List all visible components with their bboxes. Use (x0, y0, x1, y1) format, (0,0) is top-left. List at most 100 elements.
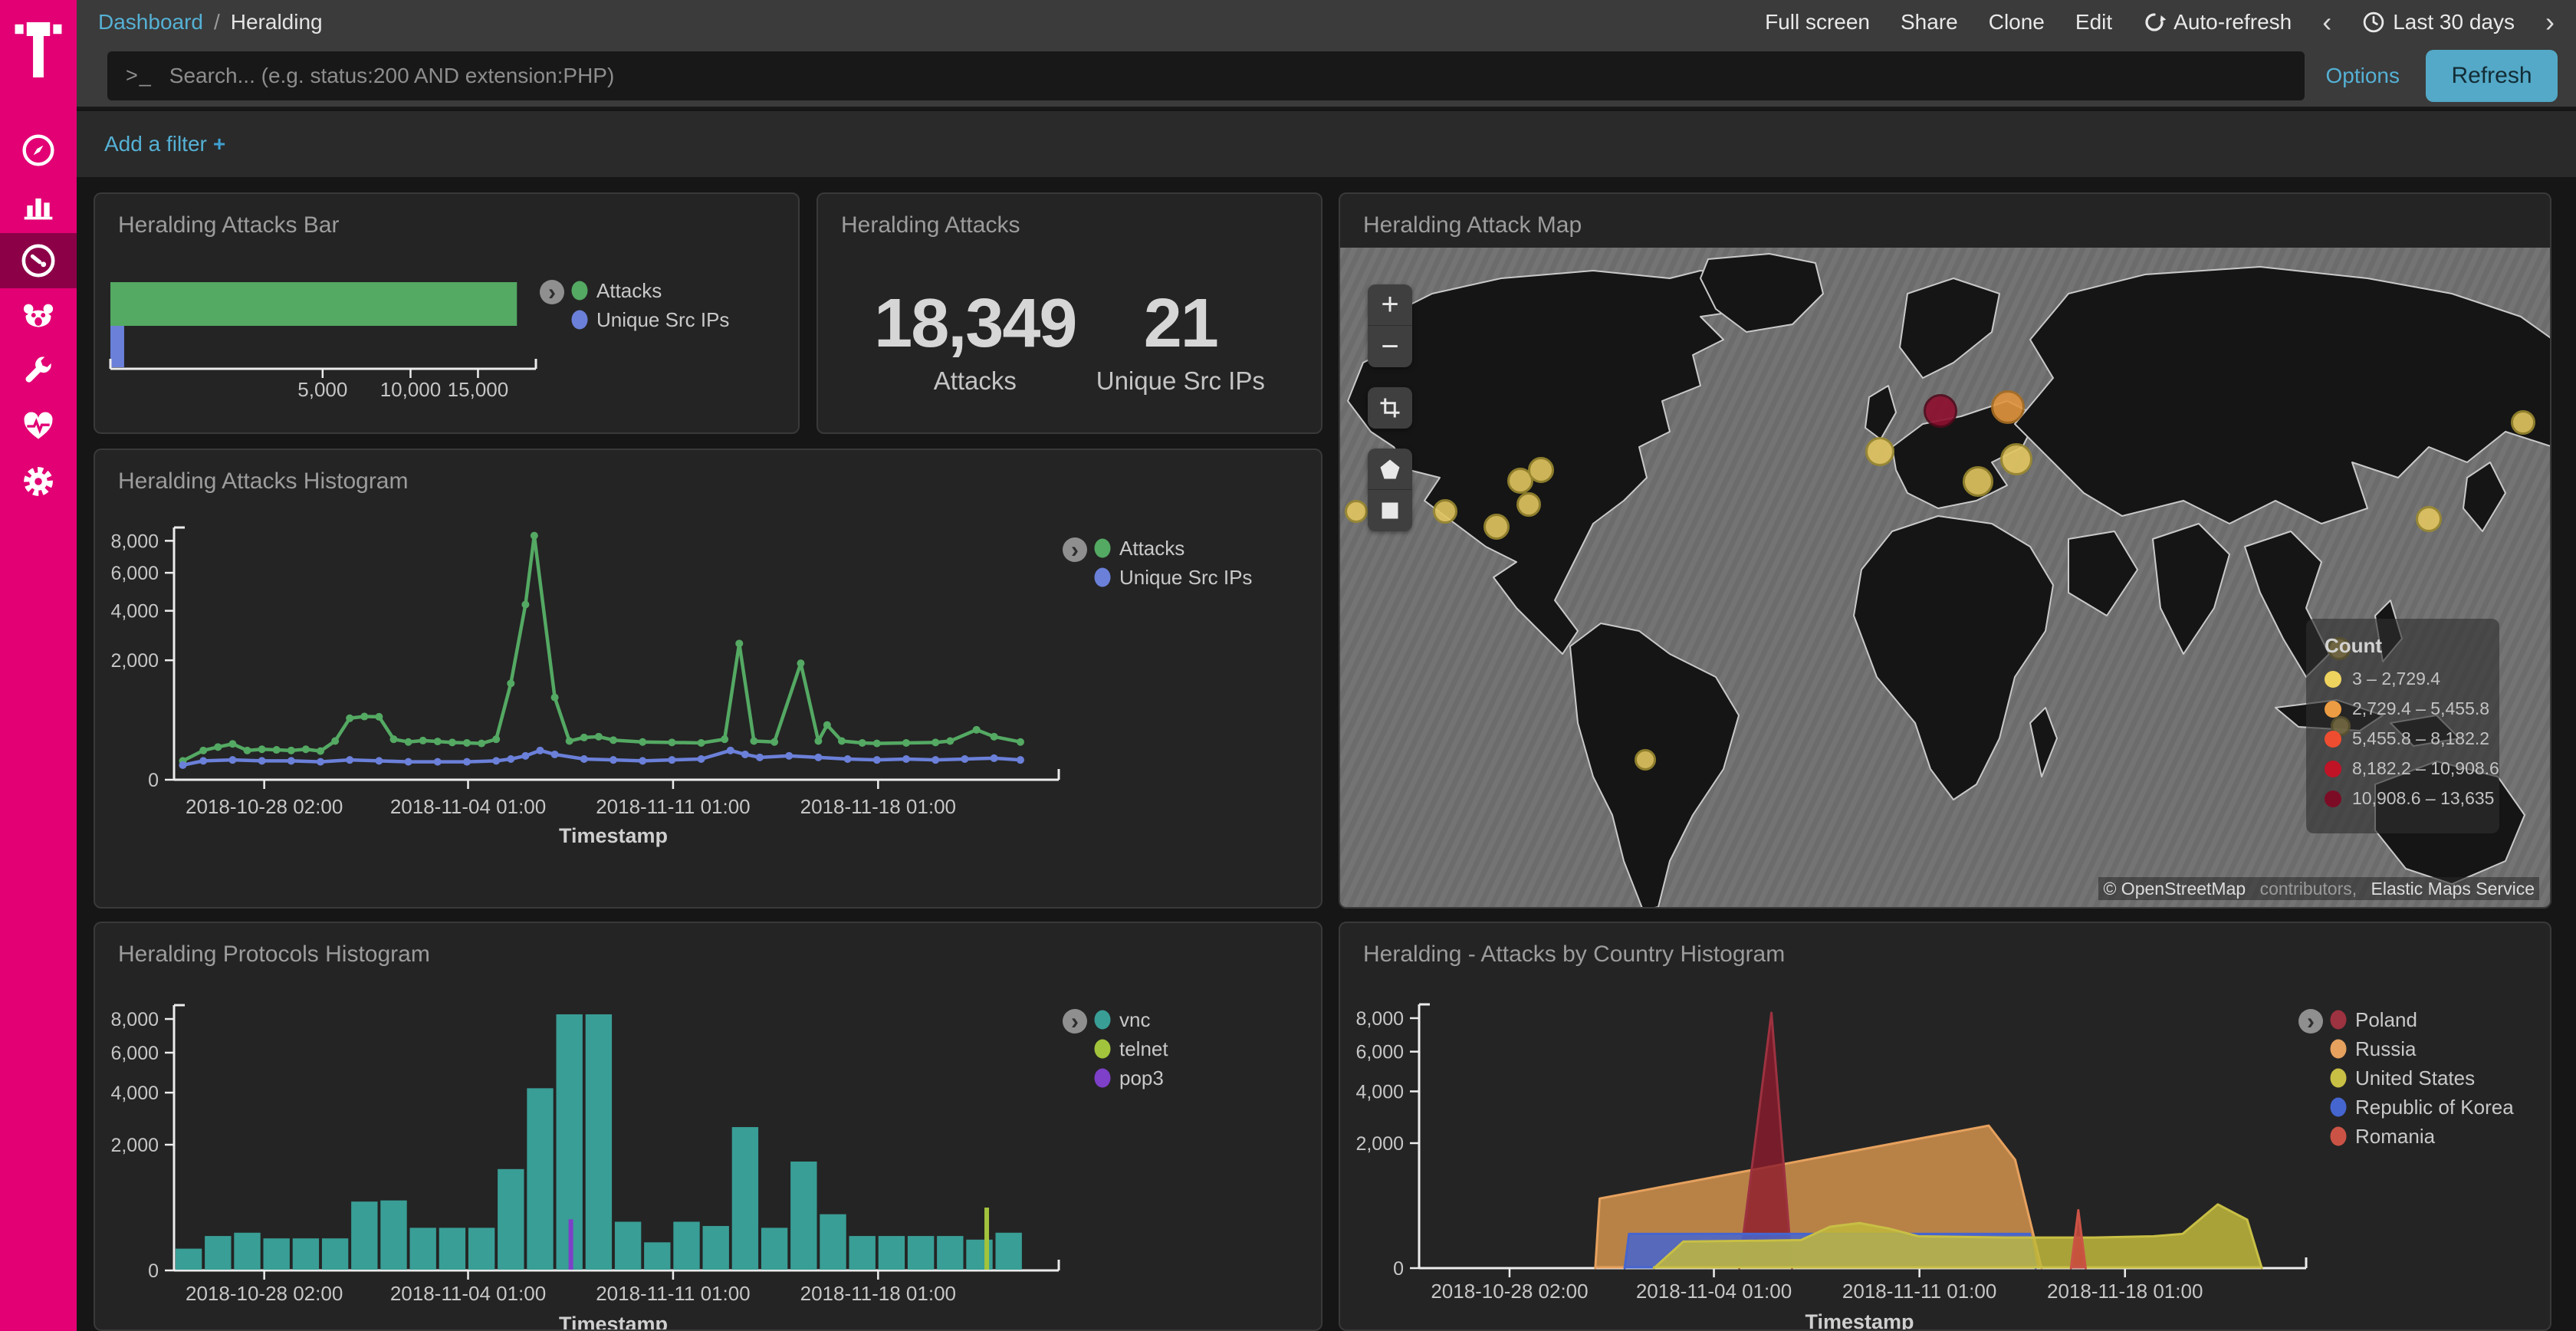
bar-chart-icon (21, 189, 55, 222)
pentagon-icon (1378, 458, 1401, 481)
map-zoom-in-button[interactable]: + (1368, 284, 1412, 326)
svg-text:0: 0 (148, 770, 159, 791)
legend-dot (2325, 731, 2341, 748)
map-circle-ukraine[interactable] (2000, 443, 2032, 475)
sidebar-item-timelion[interactable] (0, 288, 77, 343)
legend-item: 8,182.2 – 10,908.6 (2325, 758, 2481, 779)
sidebar-item-management[interactable] (0, 454, 77, 509)
map-circle-south-korea[interactable] (2416, 506, 2442, 532)
map-circle-us-east-coast[interactable] (1516, 492, 1541, 517)
svg-text:Romania: Romania (2355, 1125, 2436, 1148)
full-screen-button[interactable]: Full screen (1765, 10, 1870, 35)
breadcrumb-current: Heralding (231, 10, 323, 34)
svg-text:10,000: 10,000 (380, 378, 442, 401)
map-polygon-filter-button[interactable] (1368, 449, 1412, 490)
time-back-button[interactable]: ‹ (2322, 8, 2331, 36)
svg-text:4,000: 4,000 (110, 1083, 159, 1104)
svg-text:2018-11-04 01:00: 2018-11-04 01:00 (390, 1282, 546, 1305)
map-zoom-out-button[interactable]: − (1368, 326, 1412, 367)
map-circle-brazil[interactable] (1635, 749, 1656, 771)
svg-text:Republic of Korea: Republic of Korea (2355, 1096, 2514, 1119)
search-input[interactable] (169, 64, 2286, 88)
svg-text:United States: United States (2355, 1066, 2475, 1089)
sidebar-item-monitoring[interactable] (0, 399, 77, 454)
plus-icon: + (213, 132, 225, 156)
map-circle-us-south[interactable] (1484, 514, 1510, 540)
panel-title: Heralding Attacks Histogram (118, 468, 409, 495)
elastic-maps-link[interactable]: Elastic Maps Service (2367, 877, 2539, 900)
time-forward-button[interactable]: › (2545, 8, 2555, 36)
legend-item: 10,908.6 – 13,635 (2325, 788, 2481, 809)
sidebar-item-dev-tools[interactable] (0, 343, 77, 399)
svg-text:2018-10-28 02:00: 2018-10-28 02:00 (186, 795, 343, 818)
panel-country-histogram: Heralding - Attacks by Country Histogram… (1339, 922, 2551, 1331)
map-circle-balkans[interactable] (1963, 466, 1993, 497)
search-bar-row: >_ Options Refresh (77, 44, 2576, 109)
search-box: >_ (107, 51, 2305, 100)
attacks-line-chart: 02,0004,0006,0008,0002018-10-28 02:00201… (95, 450, 1321, 907)
telekom-logo[interactable] (0, 0, 77, 100)
options-link[interactable]: Options (2326, 64, 2400, 88)
map-controls: + − (1368, 284, 1412, 551)
panel-title: Heralding Attack Map (1363, 212, 1582, 238)
share-button[interactable]: Share (1901, 10, 1958, 35)
rectangle-icon (1379, 500, 1401, 521)
clone-button[interactable]: Clone (1989, 10, 2045, 35)
svg-text:6,000: 6,000 (1355, 1042, 1404, 1063)
query-prompt-icon: >_ (126, 64, 153, 87)
svg-text:8,000: 8,000 (110, 1009, 159, 1030)
world-map[interactable]: + − (1340, 248, 2550, 907)
svg-text:2018-11-11 01:00: 2018-11-11 01:00 (596, 1282, 750, 1305)
svg-text:2018-11-18 01:00: 2018-11-18 01:00 (2047, 1280, 2203, 1303)
heartbeat-icon (21, 409, 56, 443)
sidebar-item-visualize[interactable] (0, 178, 77, 233)
map-circle-russia[interactable] (1991, 390, 2025, 424)
svg-text:Unique Src IPs: Unique Src IPs (1119, 566, 1252, 589)
metric-attacks: 18,349 Attacks (874, 284, 1076, 396)
svg-text:2,000: 2,000 (110, 1135, 159, 1156)
map-fit-bounds-button[interactable] (1368, 387, 1412, 429)
svg-text:15,000: 15,000 (448, 378, 509, 401)
panel-protocols-histogram: Heralding Protocols Histogram 02,0004,00… (94, 922, 1322, 1331)
map-circle-china-coast[interactable] (2511, 410, 2535, 435)
sidebar-item-dashboard[interactable] (0, 233, 77, 288)
svg-text:Russia: Russia (2355, 1037, 2417, 1060)
time-range-picker[interactable]: Last 30 days (2362, 10, 2515, 35)
svg-text:telnet: telnet (1119, 1037, 1168, 1060)
svg-text:pop3: pop3 (1119, 1066, 1164, 1089)
svg-text:0: 0 (148, 1260, 159, 1282)
map-circle-poland[interactable] (1924, 394, 1957, 428)
svg-text:›: › (2307, 1009, 2315, 1034)
telekom-t-icon (15, 22, 62, 77)
panel-attacks-histogram: Heralding Attacks Histogram 02,0004,0006… (94, 449, 1322, 909)
map-rectangle-filter-button[interactable] (1368, 490, 1412, 531)
sidebar-item-discover[interactable] (0, 123, 77, 178)
svg-text:Unique Src IPs: Unique Src IPs (596, 308, 729, 331)
refresh-button[interactable]: Refresh (2426, 50, 2558, 102)
legend-dot (2325, 671, 2341, 688)
add-filter-button[interactable]: Add a filter+ (104, 132, 225, 156)
svg-text:Timestamp: Timestamp (559, 1313, 668, 1329)
map-circle-france[interactable] (1865, 437, 1894, 466)
panel-title: Heralding - Attacks by Country Histogram (1363, 942, 1785, 968)
svg-text:Attacks: Attacks (1119, 537, 1184, 560)
breadcrumb: Dashboard / Heralding (98, 10, 323, 35)
svg-text:6,000: 6,000 (110, 1043, 159, 1064)
svg-text:5,000: 5,000 (297, 378, 347, 401)
legend-item: 2,729.4 – 5,455.8 (2325, 698, 2481, 719)
map-circle-us-northeast[interactable] (1528, 457, 1554, 483)
breadcrumb-separator: / (214, 10, 220, 34)
edit-button[interactable]: Edit (2075, 10, 2112, 35)
metric-label: Attacks (874, 366, 1076, 396)
breadcrumb-dashboard-link[interactable]: Dashboard (98, 10, 203, 34)
map-circle-us-west[interactable] (1345, 500, 1368, 523)
map-attribution: © OpenStreetMap contributors, Elastic Ma… (2098, 879, 2539, 899)
auto-refresh-button[interactable]: Auto-refresh (2143, 10, 2292, 35)
svg-text:2,000: 2,000 (1355, 1133, 1404, 1155)
svg-text:4,000: 4,000 (110, 601, 159, 623)
svg-text:›: › (1071, 1009, 1079, 1034)
panel-attack-map: Heralding Attack Map (1339, 192, 2551, 909)
map-circle-us-midwest[interactable] (1433, 499, 1457, 524)
svg-text:2018-10-28 02:00: 2018-10-28 02:00 (186, 1282, 343, 1305)
osm-attribution-link[interactable]: © OpenStreetMap (2098, 877, 2250, 900)
